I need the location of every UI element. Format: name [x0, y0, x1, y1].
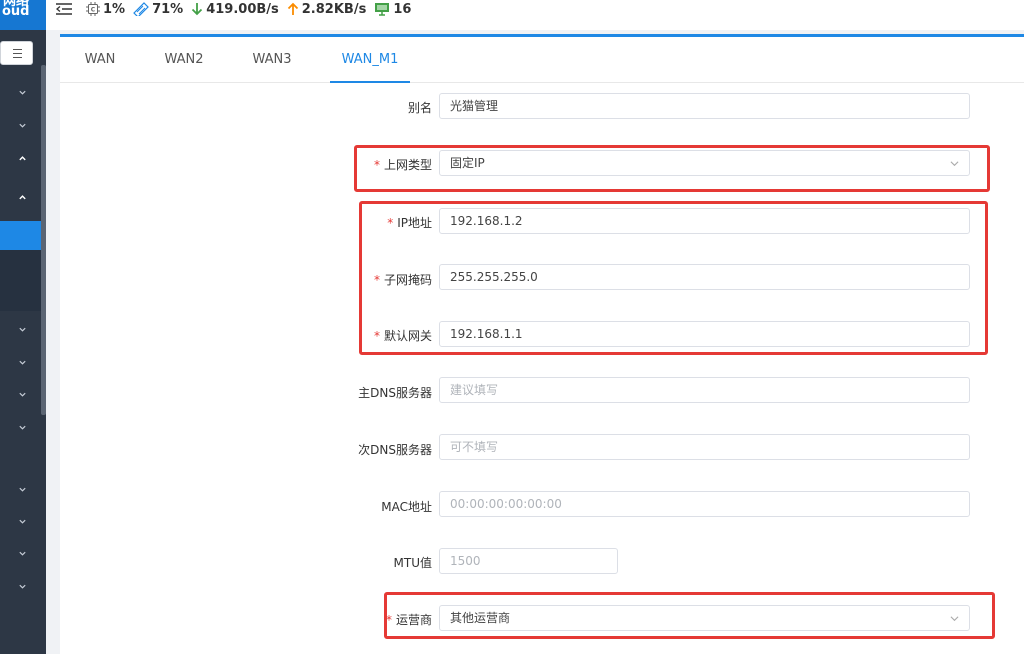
download-stat: 419.00B/s — [191, 2, 279, 17]
arrow-down-icon — [192, 3, 203, 16]
ip-label: * IP地址 — [387, 216, 432, 230]
chevron-down-icon[interactable] — [17, 121, 27, 131]
mac-address-input[interactable] — [439, 491, 970, 517]
gateway-label: * 默认网关 — [373, 329, 432, 343]
secondary-dns-input[interactable] — [439, 434, 970, 460]
memory-stat: 71% — [133, 2, 183, 17]
memory-icon — [133, 2, 149, 16]
tab-wan-m1[interactable]: WAN_M1 — [330, 37, 410, 83]
menu-collapse-icon[interactable] — [56, 3, 72, 15]
dns2-label: 次DNS服务器 — [358, 443, 432, 457]
tab-wan2[interactable]: WAN2 — [156, 37, 212, 83]
isp-value: 其他运营商 — [450, 611, 511, 625]
sidebar-toggle-button[interactable] — [0, 41, 33, 65]
chevron-down-icon[interactable] — [17, 423, 27, 433]
chevron-down-icon[interactable] — [17, 485, 27, 495]
wan-tabs: WAN WAN2 WAN3 WAN_M1 — [60, 37, 1024, 83]
gateway-field[interactable]: 192.168.1.1 — [439, 321, 970, 347]
tab-wan3[interactable]: WAN3 — [244, 37, 300, 83]
alias-label: 别名 — [407, 101, 432, 115]
mtu-label: MTU值 — [393, 556, 432, 570]
chevron-down-icon[interactable] — [17, 358, 27, 368]
chevron-down-icon — [950, 161, 959, 167]
monitor-icon — [375, 3, 390, 16]
tab-wan[interactable]: WAN — [74, 37, 126, 83]
chevron-down-icon[interactable] — [17, 582, 27, 592]
cpu-stat: C 1% — [86, 2, 125, 17]
isp-label: * 运营商 — [385, 613, 432, 627]
primary-dns-input[interactable] — [439, 377, 970, 403]
ip-field[interactable]: 192.168.1.2 — [439, 208, 970, 234]
chevron-down-icon[interactable] — [17, 517, 27, 527]
mac-label: MAC地址 — [381, 500, 432, 514]
sidebar-item-active[interactable] — [0, 221, 41, 250]
memory-usage: 71% — [152, 1, 184, 17]
conn-type-value: 固定IP — [450, 156, 485, 170]
alias-field[interactable]: 光猫管理 — [439, 93, 970, 119]
chevron-down-icon[interactable] — [17, 549, 27, 559]
sidebar-scrollbar[interactable] — [41, 65, 46, 415]
app-logo: 网络 oud — [0, 0, 46, 30]
chevron-down-icon[interactable] — [17, 325, 27, 335]
conn-type-select[interactable]: 固定IP — [439, 150, 970, 176]
chevron-up-icon[interactable] — [17, 193, 27, 203]
chevron-down-icon — [950, 616, 959, 622]
logo-line2: oud — [2, 4, 30, 19]
svg-text:C: C — [91, 7, 96, 14]
chevron-up-icon[interactable] — [17, 154, 27, 164]
chevron-down-icon[interactable] — [17, 88, 27, 98]
dns1-label: 主DNS服务器 — [358, 386, 432, 400]
subnet-mask-field[interactable]: 255.255.255.0 — [439, 264, 970, 290]
download-speed: 419.00B/s — [206, 1, 279, 17]
cpu-icon: C — [86, 2, 100, 16]
upload-stat: 2.82KB/s — [287, 1, 367, 17]
device-count: 16 — [393, 1, 412, 17]
arrow-up-icon — [287, 2, 298, 15]
mask-label: * 子网掩码 — [373, 273, 432, 287]
sidebar-submenu — [0, 250, 41, 311]
sidebar — [0, 30, 46, 654]
cpu-usage: 1% — [103, 1, 126, 17]
isp-select[interactable]: 其他运营商 — [439, 605, 970, 631]
upload-speed: 2.82KB/s — [301, 1, 367, 17]
chevron-down-icon[interactable] — [17, 390, 27, 400]
mtu-input[interactable] — [439, 548, 618, 574]
status-bar: C 1% 71% 419.00B/s 2.82KB/s 16 — [46, 0, 1024, 30]
devices-stat: 16 — [374, 2, 411, 17]
conn-type-label: * 上网类型 — [373, 158, 432, 172]
